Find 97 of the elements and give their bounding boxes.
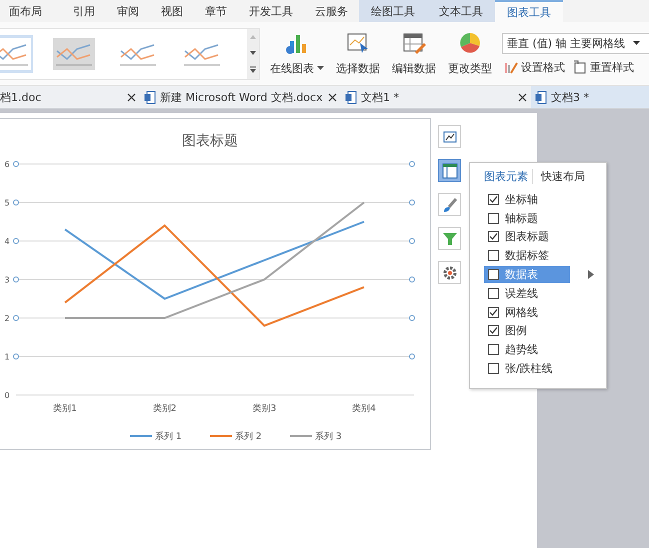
- close-icon[interactable]: [518, 92, 527, 102]
- selection-handle[interactable]: [13, 200, 19, 206]
- checkbox[interactable]: [488, 288, 499, 299]
- selection-handle[interactable]: [409, 238, 415, 244]
- settings-button[interactable]: [438, 261, 461, 284]
- panel-tab[interactable]: 快速布局: [541, 169, 585, 184]
- axis-category-label: 类别1: [53, 404, 77, 414]
- layout-button[interactable]: [438, 159, 461, 182]
- close-icon[interactable]: [328, 92, 337, 102]
- selection-handle[interactable]: [13, 238, 19, 244]
- document-icon: [535, 90, 547, 104]
- axis-tick-label: 4: [4, 237, 10, 246]
- scroll-down-icon[interactable]: [249, 48, 257, 56]
- chart-element-dropdown[interactable]: 垂直 (值) 轴 主要网格线: [502, 32, 649, 54]
- selection-handle[interactable]: [409, 161, 415, 167]
- document-icon: [144, 90, 156, 104]
- chart-element-option[interactable]: 图表标题: [484, 228, 570, 246]
- document-tab[interactable]: 文档3 *: [531, 86, 649, 108]
- chart-element-option[interactable]: 误差线: [484, 284, 570, 302]
- chart-element-option[interactable]: 轴标题: [484, 210, 570, 227]
- format-button[interactable]: 设置格式: [502, 60, 567, 74]
- filter-icon: [442, 230, 458, 246]
- expand-icon[interactable]: [249, 64, 257, 74]
- ribbon-button[interactable]: 编辑数据: [390, 29, 438, 78]
- checkbox[interactable]: [488, 306, 499, 318]
- close-icon[interactable]: [127, 92, 136, 102]
- ribbon-tab[interactable]: 面布局: [0, 0, 62, 22]
- style-button[interactable]: [438, 193, 461, 216]
- chart-area-button[interactable]: [438, 125, 461, 148]
- chart-cursor-icon: [346, 31, 370, 55]
- document-tab[interactable]: 新建 Microsoft Word 文档.docx: [140, 86, 341, 108]
- selection-handle[interactable]: [13, 315, 19, 321]
- legend-label: 系列 2: [235, 432, 262, 442]
- ribbon-tab[interactable]: 视图: [150, 0, 194, 22]
- ribbon-tab[interactable]: 章节: [194, 0, 238, 22]
- ribbon-tab[interactable]: 绘图工具: [359, 0, 427, 22]
- axis-tick-label: 2: [4, 314, 10, 323]
- reset-icon: [573, 60, 587, 74]
- checkbox[interactable]: [488, 231, 499, 242]
- selection-handle[interactable]: [13, 354, 19, 360]
- chart-element-option[interactable]: 张/跌柱线: [484, 360, 570, 378]
- chart-element-option[interactable]: 数据标签: [484, 247, 570, 264]
- submenu-arrow-icon[interactable]: [588, 270, 594, 280]
- checkbox[interactable]: [488, 250, 499, 262]
- axis-tick-label: 0: [4, 391, 10, 400]
- document-tab[interactable]: 档1.doc: [0, 86, 140, 108]
- chart-element-option[interactable]: 图例: [484, 322, 570, 340]
- brush-icon: [442, 196, 458, 212]
- axis-category-label: 类别3: [252, 404, 276, 414]
- selection-handle[interactable]: [409, 276, 415, 282]
- checkbox[interactable]: [488, 363, 499, 374]
- axis-category-label: 类别2: [152, 404, 177, 414]
- checkbox[interactable]: [488, 344, 499, 356]
- ribbon-tab[interactable]: 文本工具: [427, 0, 495, 22]
- ribbon-button[interactable]: 更改类型: [446, 29, 494, 78]
- legend-label: 系列 1: [155, 432, 182, 442]
- ribbon-tab[interactable]: 云服务: [304, 0, 359, 22]
- checkbox[interactable]: [488, 325, 499, 336]
- axis-category-label: 类别4: [352, 404, 376, 414]
- panel-tab[interactable]: 图表元素: [484, 169, 533, 184]
- chart-element-option[interactable]: 趋势线: [484, 341, 570, 358]
- ribbon-tab[interactable]: 图表工具: [495, 0, 563, 22]
- axis-tick-label: 6: [4, 160, 10, 169]
- checkbox[interactable]: [488, 269, 499, 280]
- caret-icon: [633, 40, 640, 46]
- line-chart-icon: [442, 128, 458, 144]
- ribbon-tab[interactable]: 开发工具: [238, 0, 304, 22]
- selection-handle[interactable]: [409, 200, 415, 206]
- settings-icon: [442, 264, 458, 280]
- legend-label: 系列 3: [315, 432, 342, 442]
- filter-button[interactable]: [438, 227, 461, 250]
- brush-icon: [504, 60, 518, 74]
- ribbon-button[interactable]: 在线图表: [268, 29, 326, 78]
- table-pencil-icon: [402, 31, 426, 55]
- checkbox[interactable]: [488, 212, 499, 224]
- document-tab[interactable]: 文档1 *: [341, 86, 531, 108]
- pie-chart-icon: [458, 31, 482, 55]
- selection-handle[interactable]: [13, 161, 19, 167]
- axis-tick-label: 1: [4, 352, 10, 362]
- selection-handle[interactable]: [13, 276, 19, 282]
- format-button[interactable]: 重置样式: [571, 60, 636, 74]
- ribbon-button[interactable]: 选择数据: [334, 29, 382, 78]
- axis-tick-label: 3: [4, 276, 10, 284]
- selection-handle[interactable]: [409, 315, 415, 321]
- axis-tick-label: 5: [4, 198, 10, 208]
- selection-handle[interactable]: [409, 354, 415, 360]
- layout-icon: [442, 162, 458, 178]
- caret-icon: [317, 66, 324, 71]
- line-chart[interactable]: 图表标题 0 1 2 3 4 5 6 类别1 类别2 类别3 类别4 系列 1 系列 2 系列 3: [0, 119, 430, 449]
- chart-title: 图表标题: [182, 133, 238, 149]
- chart-style-thumbnail[interactable]: [0, 34, 33, 72]
- chart-element-option[interactable]: 坐标轴: [484, 190, 570, 208]
- chart-element-option[interactable]: 网格线: [484, 304, 570, 321]
- checkbox[interactable]: [488, 194, 499, 205]
- document-icon: [345, 90, 357, 104]
- ribbon-tab[interactable]: 审阅: [106, 0, 150, 22]
- ribbon-tab[interactable]: 引用: [62, 0, 106, 22]
